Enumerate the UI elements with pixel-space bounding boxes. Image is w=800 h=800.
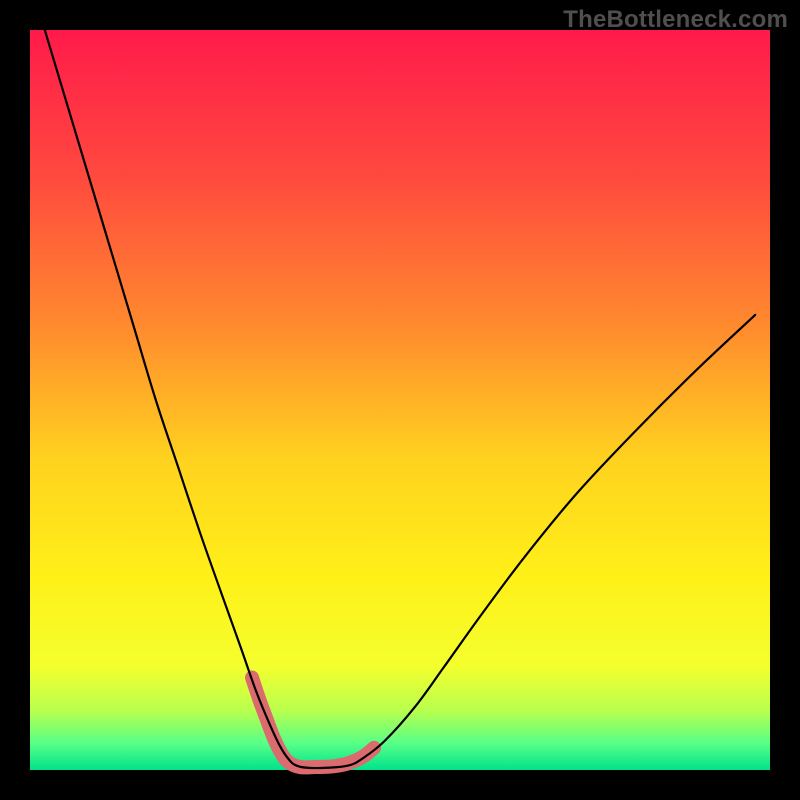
plot-background: [30, 30, 770, 770]
chart-stage: TheBottleneck.com: [0, 0, 800, 800]
watermark-text: TheBottleneck.com: [563, 6, 788, 34]
bottleneck-chart: [0, 0, 800, 800]
